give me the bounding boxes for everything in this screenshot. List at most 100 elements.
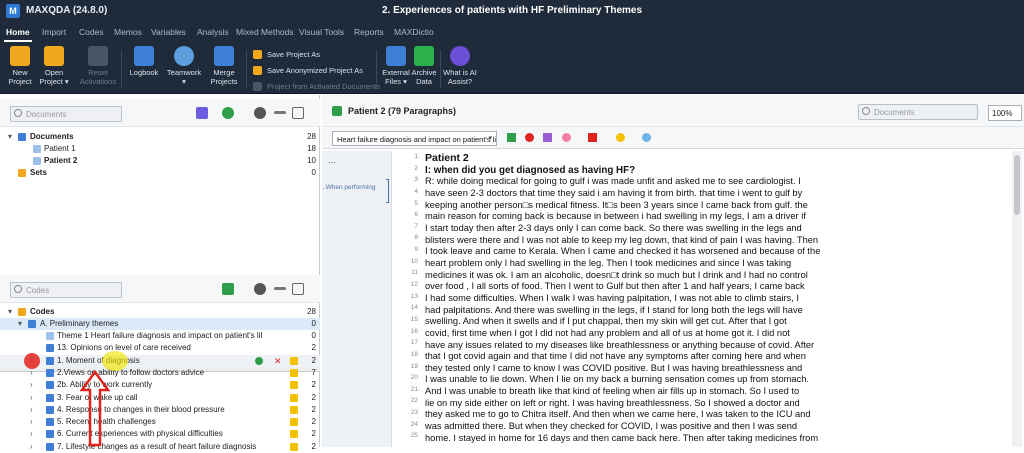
memo-icon[interactable]: [290, 393, 298, 402]
code-with-icon[interactable]: [507, 133, 516, 142]
highlight-icon[interactable]: [562, 133, 571, 142]
minimize-icon[interactable]: [274, 111, 286, 114]
code-row[interactable]: › 3. Fear of wake up call 2: [0, 392, 320, 404]
paragraph-line[interactable]: covid, first time when I got I did not h…: [425, 328, 947, 340]
project-from-activated-button[interactable]: Project from Activated Documents: [253, 82, 380, 91]
paragraph-line[interactable]: I: when did you get diagnosed as having …: [425, 165, 947, 177]
paragraph-line[interactable]: had palpitations. And there was swelling…: [425, 305, 947, 317]
tab-analysis[interactable]: Analysis: [197, 27, 229, 37]
emoticode-icon[interactable]: [616, 133, 625, 142]
teamwork-button[interactable]: Teamwork ▾: [164, 46, 204, 86]
paragraph-line[interactable]: swelling. And when it swells and if I pu…: [425, 316, 947, 328]
code-row[interactable]: › 2b. Ability to work currently 2: [0, 379, 320, 391]
paragraph-line[interactable]: home. I stayed in home for 16 days and t…: [425, 433, 947, 445]
memo-icon[interactable]: [290, 405, 298, 414]
paragraph-line[interactable]: main reason for coming back is because i…: [425, 211, 947, 223]
paragraph-line[interactable]: medicines it was ok. I am an alcoholic, …: [425, 270, 947, 282]
more-options-icon[interactable]: ...: [328, 155, 336, 165]
code-color-icon[interactable]: [543, 133, 552, 142]
tab-memos[interactable]: Memos: [114, 27, 142, 37]
paragraph-line[interactable]: they asked me to go to Chitra itself. An…: [425, 409, 947, 421]
document-row-selected[interactable]: Patient 2 10: [0, 155, 320, 167]
paragraph-line[interactable]: Patient 2: [425, 153, 947, 165]
paragraph-line[interactable]: I start today then after 2-3 days only I…: [425, 223, 947, 235]
code-select-dropdown[interactable]: Heart failure diagnosis and impact on pa…: [332, 131, 497, 146]
minimize-icon[interactable]: [274, 287, 286, 290]
delete-icon[interactable]: ✕: [274, 355, 282, 367]
chevron-down-icon[interactable]: ▾: [8, 131, 12, 143]
edit-document-icon[interactable]: [332, 106, 342, 116]
paragraph-line[interactable]: I took leave and came to Kerala. When I …: [425, 246, 947, 258]
tab-codes[interactable]: Codes: [79, 27, 104, 37]
memo-icon[interactable]: [290, 368, 298, 377]
paragraph-line[interactable]: have any issues related to my diseases l…: [425, 340, 947, 352]
scrollbar-thumb[interactable]: [1014, 155, 1020, 215]
maximize-icon[interactable]: [292, 283, 304, 295]
document-row[interactable]: Patient 1 18: [0, 143, 320, 155]
ai-assist-button[interactable]: What is AI Assist?: [440, 46, 480, 86]
gear-icon[interactable]: [254, 107, 266, 119]
document-text[interactable]: Patient 2 I: when did you get diagnosed a…: [425, 153, 947, 444]
memo-icon[interactable]: [290, 418, 298, 427]
sets-row[interactable]: Sets 0: [0, 167, 320, 179]
document-icon[interactable]: [196, 107, 208, 119]
code-row[interactable]: › 2.Views on ability to follow doctors ad…: [0, 367, 320, 379]
logbook-button[interactable]: Logbook: [124, 46, 164, 77]
code-group-row[interactable]: ▾ A. Preliminary themes 0: [0, 318, 320, 330]
paragraph-line[interactable]: And I was unable to breath like that kin…: [425, 386, 947, 398]
chevron-down-icon[interactable]: ▾: [18, 318, 22, 330]
save-anonymized-button[interactable]: Save Anonymized Project As: [253, 66, 363, 75]
codes-root-row[interactable]: ▾ Codes 28: [0, 306, 320, 318]
tab-maxdictio[interactable]: MAXDictio: [394, 27, 434, 37]
memo-icon[interactable]: [290, 356, 298, 365]
zoom-select[interactable]: 100%: [988, 105, 1022, 121]
coding-stripe-bracket[interactable]: [386, 179, 389, 203]
code-row[interactable]: ›1. Moment of diagnosis2✕: [0, 354, 320, 367]
chevron-right-icon[interactable]: ›: [30, 416, 33, 428]
chevron-down-icon[interactable]: ▾: [8, 306, 12, 318]
paragraph-line[interactable]: R: while doing medical for going to gulf…: [425, 176, 947, 188]
code-row[interactable]: Theme 1 Heart failure diagnosis and impa…: [0, 330, 320, 342]
coding-stripe-label[interactable]: ..When performing: [322, 184, 375, 191]
save-project-as-button[interactable]: Save Project As: [253, 50, 320, 59]
paragraph-line[interactable]: they tested only I came to know I was CO…: [425, 363, 947, 375]
highlighter-pen-icon[interactable]: [588, 133, 597, 142]
memo-icon[interactable]: [290, 381, 298, 390]
paragraph-line[interactable]: was admitted there. But when they checke…: [425, 421, 947, 433]
paragraph-line[interactable]: that I got covid again and that time I d…: [425, 351, 947, 363]
gear-icon[interactable]: [254, 283, 266, 295]
archive-data-button[interactable]: Archive Data: [404, 46, 444, 86]
chevron-right-icon[interactable]: ›: [30, 428, 33, 440]
tab-import[interactable]: Import: [42, 27, 66, 37]
tab-mixed-methods[interactable]: Mixed Methods: [236, 27, 294, 37]
paragraph-line[interactable]: blisters were there and I was not able t…: [425, 235, 947, 247]
code-row[interactable]: 13. Opinions on level of care received 2: [0, 342, 320, 354]
memo-icon[interactable]: [290, 430, 298, 439]
tab-visual-tools[interactable]: Visual Tools: [299, 27, 344, 37]
paragraph-line[interactable]: keeping another person□s medical fitness…: [425, 200, 947, 212]
code-row[interactable]: › 6. Current experiences with physical di…: [0, 428, 320, 440]
code-in-vivo-icon[interactable]: [525, 133, 534, 142]
reset-activations-button[interactable]: Reset Activations: [78, 46, 118, 86]
document-search-input[interactable]: Documents: [858, 104, 978, 120]
paragraph-line[interactable]: lie on my side either on left or right. …: [425, 398, 947, 410]
documents-search-input[interactable]: Documents: [10, 106, 122, 122]
documents-root-row[interactable]: ▾ Documents 28: [0, 131, 320, 143]
code-row[interactable]: › 5. Recent health challenges 2: [0, 416, 320, 428]
tab-variables[interactable]: Variables: [151, 27, 186, 37]
merge-projects-button[interactable]: Merge Projects: [204, 46, 244, 86]
add-code-icon[interactable]: [222, 283, 234, 295]
paragraph-line[interactable]: I was unable to lie down. When I lie on …: [425, 374, 947, 386]
open-project-button[interactable]: Open Project ▾: [34, 46, 74, 86]
code-row[interactable]: › 4. Response to changes in their blood p…: [0, 404, 320, 416]
codes-search-input[interactable]: Codes: [10, 282, 122, 298]
maximize-icon[interactable]: [292, 107, 304, 119]
vertical-scrollbar[interactable]: [1012, 151, 1022, 447]
add-document-icon[interactable]: [222, 107, 234, 119]
chevron-right-icon[interactable]: ›: [30, 392, 33, 404]
paragraph-line[interactable]: have seen 2-3 doctors that time they sai…: [425, 188, 947, 200]
paragraph-line[interactable]: heart problem only I had swelling in the…: [425, 258, 947, 270]
paragraph-line[interactable]: I had some difficulties. When I walk I w…: [425, 293, 947, 305]
paragraph-line[interactable]: over food , I all sorts of food. Then I …: [425, 281, 947, 293]
code-symbol-icon[interactable]: [642, 133, 651, 142]
